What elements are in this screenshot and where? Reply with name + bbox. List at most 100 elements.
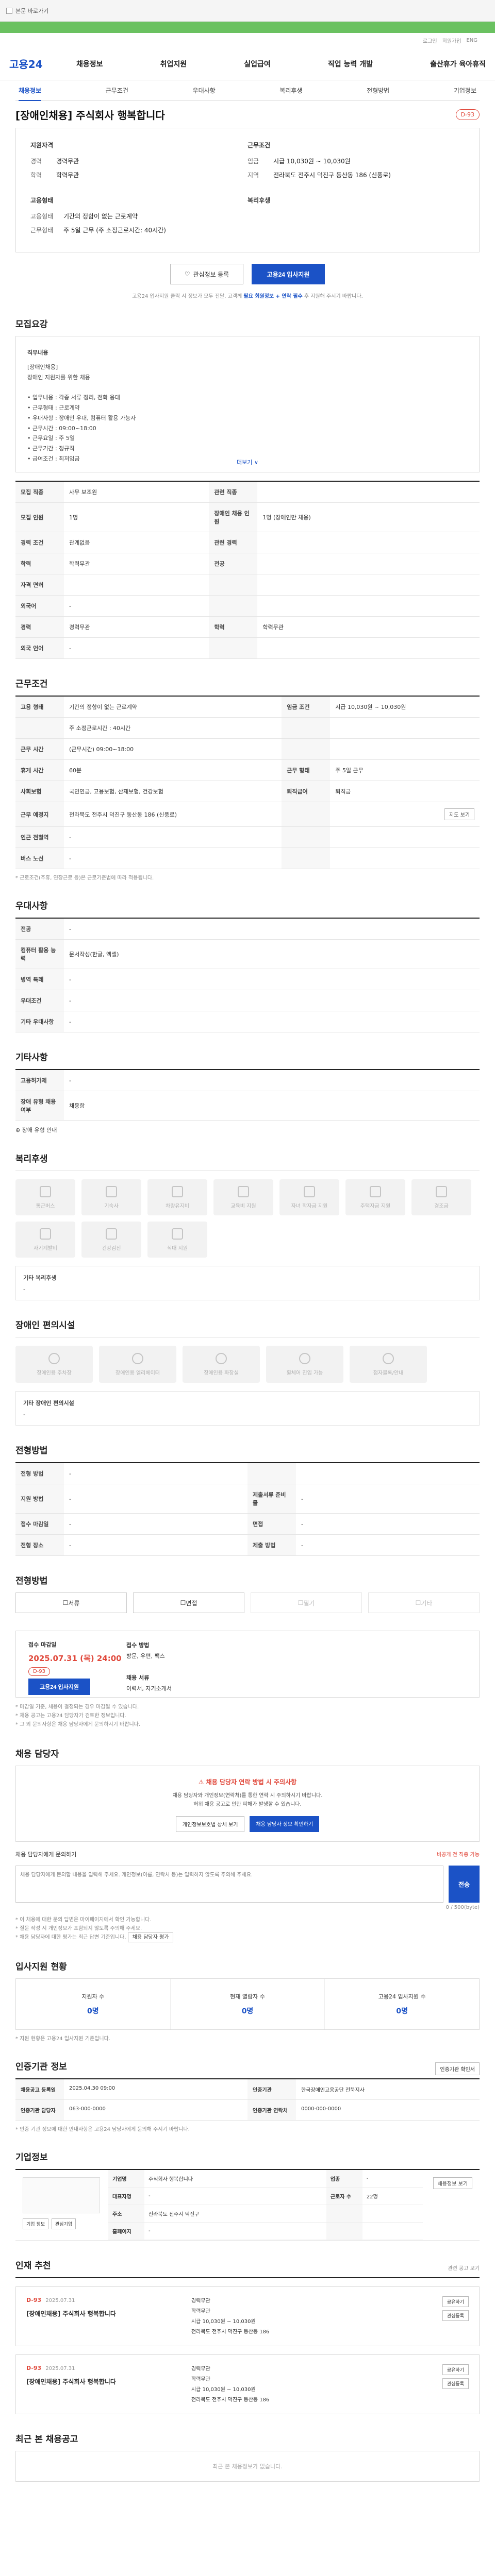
checkbox-icon[interactable] [6,7,12,14]
table-key: 근로자 수 [326,2187,362,2205]
apply-button[interactable]: 고용24 입사지원 [252,264,325,284]
table-value: - [296,1513,480,1535]
util-signup[interactable]: 회원가입 [442,37,461,44]
card-button[interactable]: 공유하기 [442,2364,469,2375]
desc-line: 장애인 지원자를 위한 채용 [27,374,90,381]
card-title[interactable]: [장애인채용] 주식회사 행복합니다 [26,2309,191,2318]
rating-button[interactable]: 채용 담당자 평가 [127,1933,174,1942]
job-card[interactable]: D-93 2025.07.31 [장애인채용] 주식회사 행복합니다 경력무관 학력무관… [15,2286,480,2346]
bookmark-button[interactable]: ♡ 관심정보 등록 [170,264,243,284]
table-key [282,826,331,848]
alert-icon: ⚠ [198,1778,204,1786]
table-key: 전공 [209,553,258,574]
auth-print-button[interactable]: 인증기관 확인서 [435,2062,480,2075]
tab-4[interactable]: 복리후생 [279,86,302,95]
table-value: 채용함 [64,1091,480,1121]
table-key: 인근 전철역 [15,826,64,848]
table-key: 사회보험 [15,781,64,802]
card-meta: 전라북도 전주시 덕진구 동산동 186 [191,2397,270,2403]
table-value [330,717,480,739]
card-button[interactable]: 관심등록 [442,2378,469,2389]
util-lang[interactable]: ENG [466,38,477,43]
job-card[interactable]: D-93 2025.07.31 [장애인채용] 주식회사 행복합니다 경력무관 학력무관… [15,2354,480,2414]
auth-k: 채용공고 등록일 [15,2079,64,2099]
table-row: 사회보험 국민연금, 고용보험, 산재보험, 건강보험 퇴직급여 퇴직금 [15,781,480,802]
contact-info-button[interactable]: 채용 담당자 정보 확인하기 [250,1816,320,1832]
contract-title: 전형방법 [15,1576,48,1586]
auth-k: 인증기관 연락처 [248,2100,296,2120]
detail-title: 모집요강 [15,319,48,330]
table-key: 경력 [15,616,64,638]
feature-label: 통근버스 [36,1203,55,1209]
global-nav: 고용24 채용정보 취업지원 실업급여 직업 능력 개발 출산휴가 육아휴직 [0,47,495,80]
feature-tile: 휠체어 진입 가능 [266,1346,343,1383]
feature-tile: 교육비 지원 [213,1179,273,1215]
gnb-menu-2[interactable]: 취업지원 [160,59,187,69]
recent-title: 최근 본 채용공고 [15,2434,78,2445]
skip-link[interactable]: 본문 바로가기 [6,7,48,15]
summary-k: 경력 [30,158,42,165]
qa-label: 채용 담당자에게 문의하기 [15,1851,77,1858]
map-button[interactable]: 지도 보기 [444,808,474,820]
table-value: - [64,637,209,659]
table-key: 컴퓨터 활용 능력 [15,939,64,969]
table-value: 주 5일 근무 [330,759,480,781]
qa-send-button[interactable]: 전송 [449,1866,480,1903]
privacy-button[interactable]: 개인정보보호법 상세 보기 [175,1816,245,1832]
others-link[interactable]: 관련 공고 보기 [448,2264,480,2272]
company-jobs-button[interactable]: 채용정보 보기 [433,2177,472,2189]
apply-box: 접수 마감일 2025.07.31 (목) 24:00 D-93 고용24 입사… [15,1631,480,1698]
feature-label: 식대 지원 [167,1245,188,1251]
work-note: * 근로조건(주휴, 연장근로 등)은 근로기준법에 따라 적용됩니다. [15,875,154,881]
table-value: - [64,1484,248,1514]
more-button[interactable]: 더보기 ∨ [16,457,479,468]
card-title[interactable]: [장애인채용] 주식회사 행복합니다 [26,2377,191,2386]
tab-1[interactable]: 채용정보 [19,86,42,101]
table-row: 주 소정근로시간 : 40시간 [15,717,480,739]
table-value: 문서작성(한글, 엑셀) [64,939,480,969]
qa-input[interactable] [15,1866,443,1903]
table-value [362,2205,423,2223]
notice-post: 후 지원해 주시기 바랍니다. [302,294,363,299]
tab-6[interactable]: 기업정보 [454,86,476,95]
table-key [282,738,331,760]
tab-3[interactable]: 우대사항 [193,86,216,95]
summary-v: 학력무관 [56,172,79,179]
gnb-menu-5[interactable]: 출산휴가 육아휴직 [430,59,486,69]
table-key [209,637,258,659]
contract-options: ☐ 서류 ☐ 면접 ☐ 필기 ☐ 기타 [15,1592,480,1613]
company-logo-placeholder [23,2177,100,2213]
summary-v: 기간의 정함이 없는 근로계약 [63,213,138,220]
summary-k: 임금 [248,158,259,165]
util-login[interactable]: 로그인 [423,37,437,44]
disability-other-head: 기타 장애인 편의시설 [23,1400,74,1406]
card-button[interactable]: 공유하기 [442,2296,469,2307]
site-logo[interactable]: 고용24 [9,56,76,71]
feature-icon [238,1185,249,1197]
company-info-button[interactable]: 기업 정보 [23,2218,48,2229]
card-button[interactable]: 관심등록 [442,2310,469,2321]
table-row: 버스 노선 - [15,848,480,869]
contact-title: 채용 담당자 [15,1749,59,1759]
extra-table: 고용허가제 - 장애 유형 채용 여부 채용함 [15,1070,480,1121]
feature-label: 경조금 [434,1203,449,1209]
table-row: 자격 면허 [15,574,480,596]
apply-button-2[interactable]: 고용24 입사지원 [28,1679,90,1695]
table-value: - [64,1513,248,1535]
company-fav-button[interactable]: 관심기업 [51,2218,76,2229]
gnb-menu-3[interactable]: 실업급여 [244,59,271,69]
tab-5[interactable]: 전형방법 [367,86,389,95]
gnb-menu-4[interactable]: 직업 능력 개발 [328,59,373,69]
apply-note: * 채용 공고는 고용24 담당자가 검토한 정보입니다. [15,1713,126,1719]
dday-badge: D-93 [455,109,480,120]
gnb-menu-1[interactable]: 채용정보 [76,59,103,69]
auth-note: * 인증 기관 정보에 대한 안내사항은 고용24 담당자에게 문의해 주시기 … [15,2127,190,2132]
feature-icon [106,1228,117,1240]
contact-text: 허위 채용 공고로 인한 피해가 발생할 수 있습니다. [193,1802,302,1807]
extra-link[interactable]: ⊕ 장애 유형 안내 [15,1126,480,1134]
table-row: 장애 유형 채용 여부 채용함 [15,1091,480,1121]
table-key: 모집 직종 [15,482,64,503]
tab-2[interactable]: 근무조건 [106,86,128,95]
apply-note: * 마감일 기준, 채용이 결정되는 경우 마감될 수 있습니다. [15,1704,139,1710]
feature-icon [370,1185,381,1197]
